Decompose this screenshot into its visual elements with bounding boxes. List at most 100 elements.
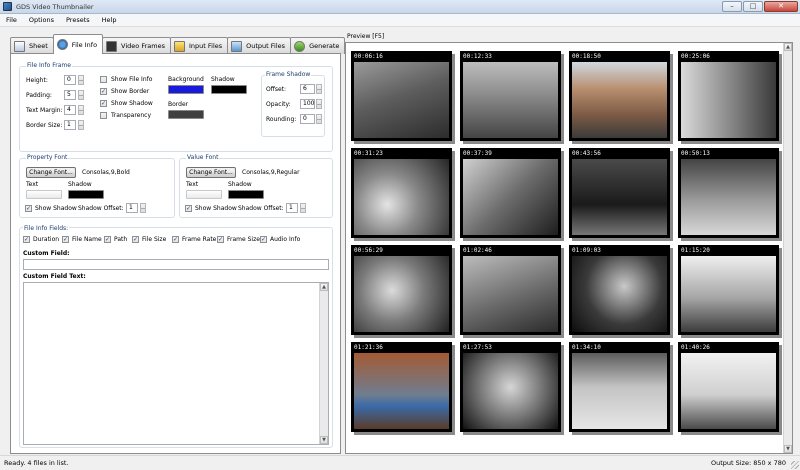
- preview-scroll-down-arrow[interactable]: ▼: [784, 445, 792, 453]
- property-shadow-offset-spinner[interactable]: [140, 203, 146, 213]
- show-file-info-label: Show File Info: [111, 76, 153, 83]
- field-frame-size-checkbox[interactable]: ✓: [217, 236, 224, 243]
- show-shadow-checkbox[interactable]: ✓: [100, 100, 107, 107]
- property-text-color-swatch[interactable]: [26, 190, 62, 199]
- video-thumbnail: 00:37:39: [460, 148, 561, 238]
- thumbnail-frame-image: [681, 256, 776, 332]
- shadow-offset-spinner[interactable]: [316, 84, 322, 94]
- custom-field-text-area[interactable]: ▲ ▼: [23, 282, 329, 445]
- tab-sheet[interactable]: Sheet: [10, 37, 54, 54]
- resize-grip-icon[interactable]: [791, 461, 799, 469]
- text-margin-spinner[interactable]: [78, 105, 84, 115]
- border-color-swatch[interactable]: [168, 110, 204, 119]
- thumbnail-frame-image: [354, 353, 449, 429]
- field-file-size-checkbox[interactable]: ✓: [132, 236, 139, 243]
- property-shadow-color-swatch[interactable]: [68, 190, 104, 199]
- title-bar: GDS Video Thumbnailer – □ ✕: [0, 0, 800, 14]
- property-font-title: Property Font: [26, 154, 69, 161]
- thumbnail-timestamp: 01:21:36: [354, 344, 383, 351]
- thumbnail-timestamp: 01:27:53: [463, 344, 492, 351]
- property-change-font-button[interactable]: Change Font...: [26, 167, 76, 178]
- value-shadow-color-swatch[interactable]: [228, 190, 264, 199]
- transparency-checkbox[interactable]: [100, 112, 107, 119]
- video-thumbnail: 00:50:13: [678, 148, 779, 238]
- border-size-input[interactable]: 1: [64, 120, 76, 130]
- shadow-offset-input[interactable]: 6: [300, 84, 315, 94]
- close-button[interactable]: ✕: [764, 1, 798, 12]
- rounding-label: Rounding:: [266, 116, 297, 123]
- shadow-color-swatch[interactable]: [211, 85, 247, 94]
- opacity-label: Opacity:: [266, 101, 291, 108]
- video-thumbnail: 00:25:06: [678, 51, 779, 141]
- value-shadow-offset-input[interactable]: 1: [286, 203, 298, 213]
- field-path-checkbox[interactable]: ✓: [104, 236, 111, 243]
- field-duration-checkbox[interactable]: ✓: [23, 236, 30, 243]
- output-size-text: Output Size: 850 x 780: [710, 459, 786, 467]
- text-margin-input[interactable]: 4: [64, 105, 76, 115]
- thumbnail-timestamp: 01:02:46: [463, 247, 492, 254]
- menu-help[interactable]: Help: [96, 16, 123, 24]
- thumbnail-frame-image: [354, 62, 449, 138]
- opacity-spinner[interactable]: [316, 99, 322, 109]
- minimize-button[interactable]: –: [722, 1, 742, 12]
- show-file-info-checkbox[interactable]: [100, 76, 107, 83]
- video-thumbnail: 01:09:03: [569, 245, 670, 335]
- field-file-name-label: File Name: [72, 236, 102, 243]
- menu-options[interactable]: Options: [23, 16, 60, 24]
- tab-input-files[interactable]: Input Files: [169, 37, 229, 54]
- preview-scroll-up-arrow[interactable]: ▲: [784, 43, 792, 51]
- property-show-shadow-label: Show Shadow: [35, 205, 77, 212]
- value-text-color-swatch[interactable]: [186, 190, 222, 199]
- file-info-frame-group: File Info Frame Height: 0 Padding: 5 Tex…: [19, 62, 333, 152]
- show-border-checkbox[interactable]: ✓: [100, 88, 107, 95]
- value-show-shadow-checkbox[interactable]: ✓: [185, 205, 192, 212]
- opacity-input[interactable]: 100: [300, 99, 315, 109]
- property-shadow-offset-input[interactable]: 1: [126, 203, 138, 213]
- thumbnail-frame-image: [463, 159, 558, 235]
- field-audio-info-checkbox[interactable]: ✓: [260, 236, 267, 243]
- rounding-input[interactable]: 0: [300, 114, 315, 124]
- menu-file[interactable]: File: [0, 16, 23, 24]
- thumbnail-timestamp: 00:12:33: [463, 53, 492, 60]
- thumbnail-timestamp: 00:43:56: [572, 150, 601, 157]
- field-path-label: Path: [114, 236, 128, 243]
- tab-video-frames[interactable]: Video Frames: [102, 37, 171, 54]
- rounding-spinner[interactable]: [316, 114, 322, 124]
- preview-scrollbar[interactable]: ▲ ▼: [783, 43, 792, 453]
- value-shadow-offset-spinner[interactable]: [300, 203, 306, 213]
- padding-input[interactable]: 5: [64, 90, 76, 100]
- value-change-font-button[interactable]: Change Font...: [186, 167, 236, 178]
- thumbnail-frame-image: [463, 256, 558, 332]
- video-thumbnail: 01:15:20: [678, 245, 779, 335]
- property-shadow-color-label: Shadow: [68, 181, 92, 188]
- film-icon: [106, 40, 118, 52]
- tab-generate[interactable]: Generate: [290, 37, 346, 54]
- thumbnail-frame-image: [463, 62, 558, 138]
- scroll-down-arrow[interactable]: ▼: [320, 436, 328, 444]
- property-font-group: Property Font Change Font... Consolas,9,…: [19, 154, 175, 218]
- tab-output-files[interactable]: Output Files: [227, 37, 292, 54]
- padding-spinner[interactable]: [78, 90, 84, 100]
- padding-label: Padding:: [26, 92, 52, 99]
- tab-file-info[interactable]: File Info: [52, 34, 104, 54]
- thumbnail-frame-image: [463, 353, 558, 429]
- video-thumbnail: 00:12:33: [460, 51, 561, 141]
- property-text-color-label: Text: [26, 181, 39, 188]
- video-thumbnail: 00:31:23: [351, 148, 452, 238]
- border-size-spinner[interactable]: [78, 120, 84, 130]
- field-frame-rate-checkbox[interactable]: ✓: [172, 236, 179, 243]
- property-show-shadow-checkbox[interactable]: ✓: [25, 205, 32, 212]
- value-font-group: Value Font Change Font... Consolas,9,Reg…: [179, 154, 333, 218]
- height-input[interactable]: 0: [64, 75, 76, 85]
- custom-field-input[interactable]: [23, 259, 329, 270]
- thumbnail-timestamp: 01:15:20: [681, 247, 710, 254]
- custom-field-text-scrollbar[interactable]: ▲ ▼: [319, 283, 328, 444]
- video-thumbnail: 01:40:26: [678, 342, 779, 432]
- maximize-button[interactable]: □: [743, 1, 763, 12]
- menu-presets[interactable]: Presets: [60, 16, 96, 24]
- field-file-name-checkbox[interactable]: ✓: [62, 236, 69, 243]
- background-color-swatch[interactable]: [168, 85, 204, 94]
- scroll-up-arrow[interactable]: ▲: [320, 283, 328, 291]
- height-spinner[interactable]: [78, 75, 84, 85]
- window-title: GDS Video Thumbnailer: [16, 2, 94, 11]
